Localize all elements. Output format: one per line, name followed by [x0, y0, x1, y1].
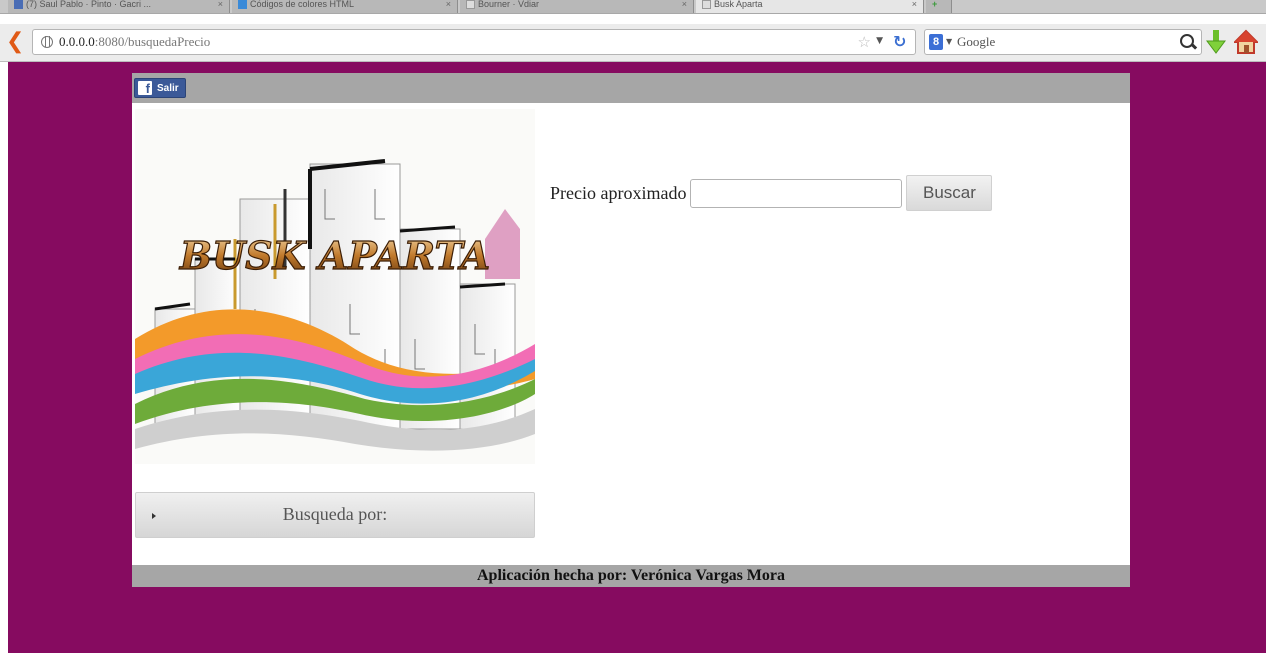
tab-strip: (7) Saul Pablo · Pinto · Gacri ... × Códi… [0, 0, 1266, 14]
globe-icon [41, 36, 53, 48]
tab-favicon [238, 0, 247, 9]
tab-label: Códigos de colores HTML [250, 0, 355, 9]
search-by-accordion[interactable]: Busqueda por: [135, 492, 535, 538]
url-bar[interactable]: 0.0.0.0:8080/busquedaPrecio ☆ ▼ ↻ [32, 29, 916, 55]
tab-close-icon[interactable]: × [218, 0, 223, 9]
star-icon[interactable]: ☆ [858, 33, 871, 51]
tab-close-icon[interactable]: × [446, 0, 451, 9]
price-input[interactable] [690, 178, 903, 208]
magnify-icon[interactable] [1180, 34, 1194, 48]
logo-illustration: BUSK APARTA [135, 159, 535, 451]
download-icon[interactable] [1206, 29, 1226, 55]
logo-text: BUSK APARTA [179, 233, 490, 278]
accordion-label: Busqueda por: [282, 504, 388, 524]
chevron-down-icon[interactable]: ▼ [876, 36, 883, 46]
logo-image: BUSK APARTA [135, 109, 535, 464]
app-frame: f Salir BUSK APARTA Precio aproximado Bu… [132, 73, 1130, 587]
price-search-form: Precio aproximado Buscar [550, 173, 993, 213]
google-icon[interactable]: 8 [929, 34, 943, 50]
search-engine-placeholder: Google [957, 34, 996, 49]
tab-label: Busk Aparta [714, 0, 763, 9]
footer-bar: Aplicación hecha por: Verónica Vargas Mo… [132, 565, 1130, 587]
tab-label: (7) Saul Pablo · Pinto · Gacri ... [26, 0, 152, 9]
tab-favicon [14, 0, 23, 9]
tab-label: Bourner · Vdiar [478, 0, 540, 9]
tab-close-icon[interactable]: × [682, 0, 687, 9]
tab-favicon [702, 0, 711, 9]
chevron-down-icon[interactable]: ▼ [946, 37, 952, 46]
navigation-bar: ❮ 0.0.0.0:8080/busquedaPrecio ☆ ▼ ↻ 8 ▼ … [0, 24, 1266, 62]
search-bar[interactable]: 8 ▼ Google [924, 29, 1202, 55]
browser-tab-4[interactable]: Busk Aparta × [696, 0, 924, 13]
browser-tab-2[interactable]: Códigos de colores HTML × [232, 0, 458, 13]
top-bar: f Salir [132, 73, 1130, 103]
url-text: 0.0.0.0:8080/busquedaPrecio [59, 34, 211, 49]
browser-tab-3[interactable]: Bourner · Vdiar × [460, 0, 694, 13]
facebook-icon: f [138, 81, 152, 95]
facebook-logout-button[interactable]: f Salir [134, 78, 186, 98]
logout-label: Salir [157, 82, 179, 94]
tab-close-icon[interactable]: × [912, 0, 917, 9]
footer-credit: Aplicación hecha por: Verónica Vargas Mo… [477, 567, 785, 584]
home-icon[interactable] [1234, 29, 1258, 55]
search-button[interactable]: Buscar [906, 175, 993, 211]
new-tab-button[interactable]: + [926, 0, 952, 13]
reload-icon[interactable]: ↻ [893, 34, 909, 50]
browser-tab-1[interactable]: (7) Saul Pablo · Pinto · Gacri ... × [8, 0, 230, 13]
back-icon[interactable]: ❮ [6, 31, 24, 54]
tab-favicon [466, 0, 475, 9]
price-label: Precio aproximado [550, 182, 687, 203]
